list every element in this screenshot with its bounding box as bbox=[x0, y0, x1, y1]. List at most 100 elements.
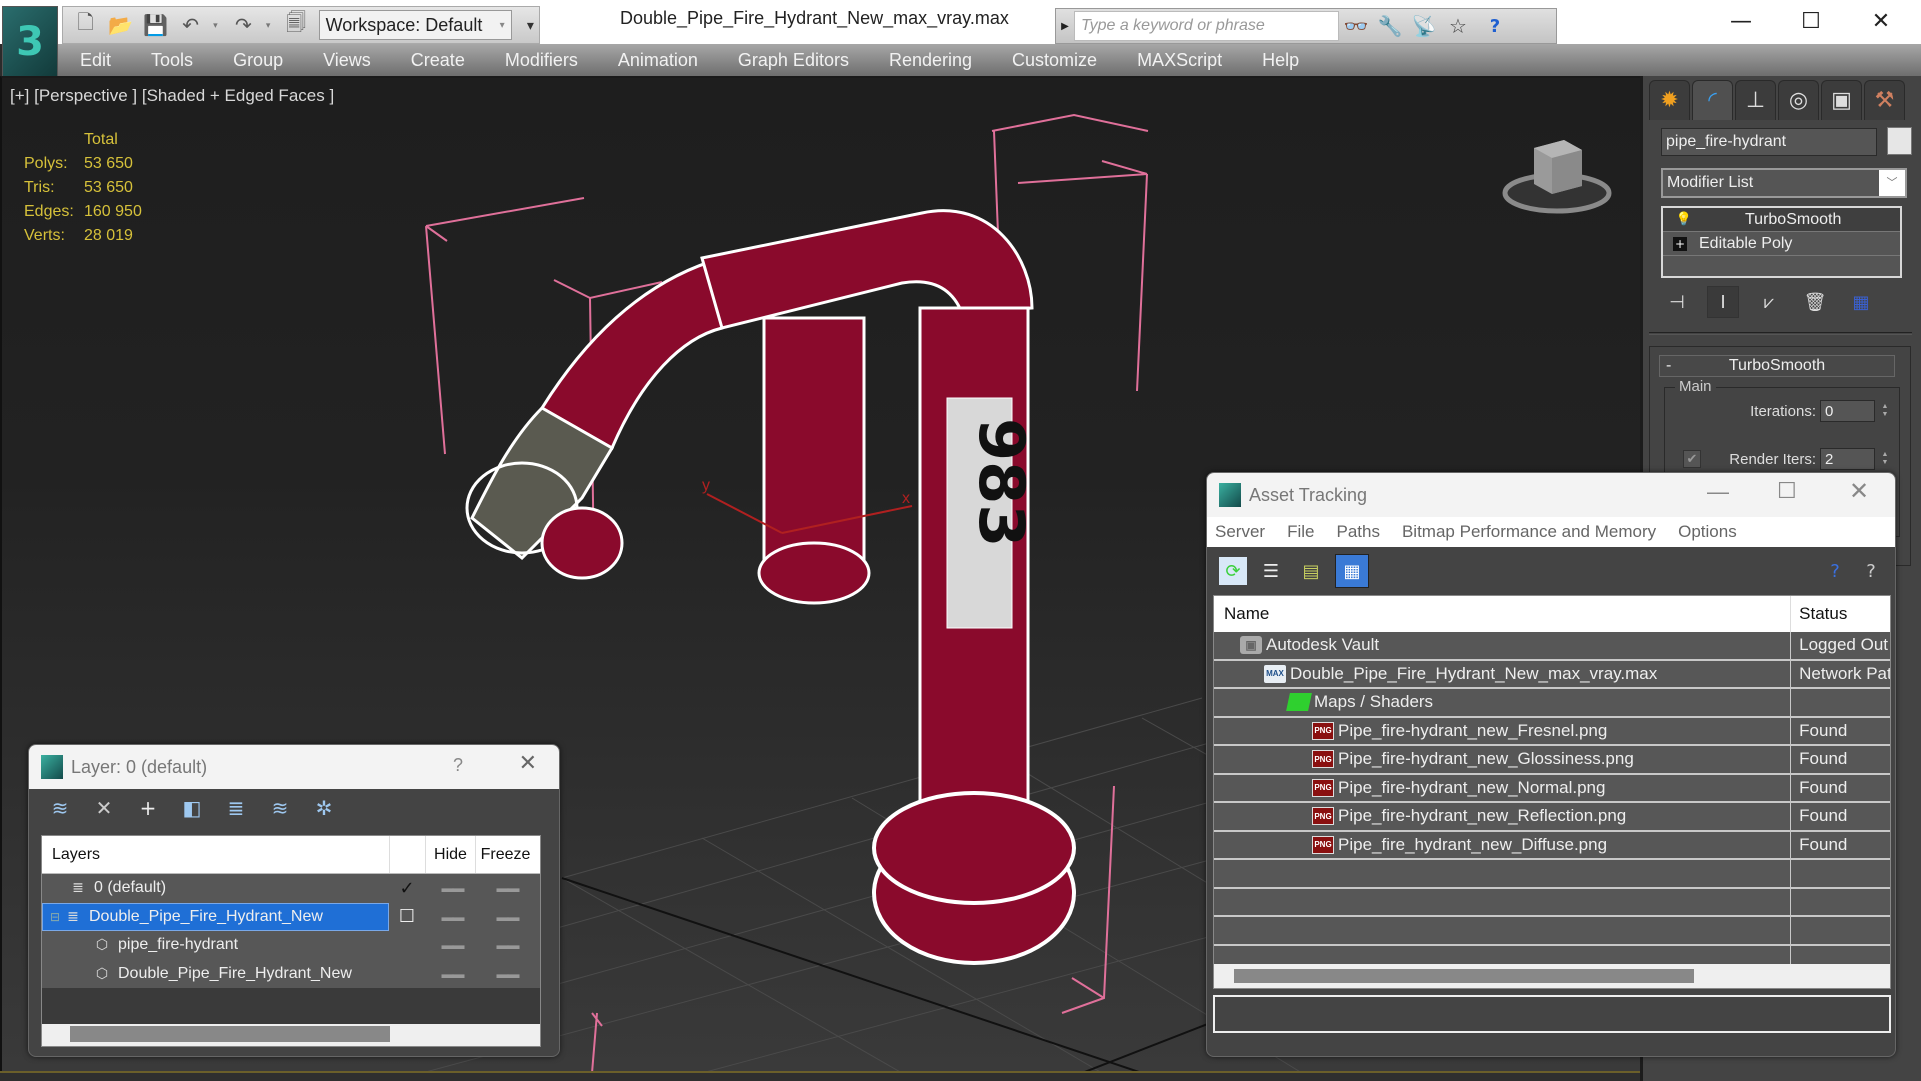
object-color-swatch[interactable] bbox=[1887, 127, 1912, 155]
workspace-select[interactable]: Workspace: Default ▾ bbox=[318, 10, 512, 40]
select-layer-icon[interactable]: ≣ bbox=[223, 795, 249, 821]
column-status[interactable]: Status bbox=[1790, 596, 1890, 632]
modifier-list-dropdown[interactable]: Modifier List ﹀ bbox=[1661, 168, 1907, 198]
make-unique-icon[interactable]: ⩗ bbox=[1753, 286, 1785, 318]
menu-modifiers[interactable]: Modifiers bbox=[483, 50, 596, 71]
asset-row[interactable]: PNG Pipe_fire_hydrant_new_Diffuse.png Foun… bbox=[1214, 831, 1890, 860]
table-view-icon[interactable]: ▦ bbox=[1335, 554, 1369, 588]
help-button[interactable]: ? bbox=[453, 755, 463, 776]
dialog-title-bar[interactable]: Asset Tracking — ☐ ✕ bbox=[1207, 473, 1895, 517]
freeze-toggle[interactable]: ▬▬ bbox=[480, 967, 535, 981]
layer-settings-icon[interactable]: ✲ bbox=[311, 795, 337, 821]
asset-row[interactable]: ▰ Maps / Shaders bbox=[1214, 689, 1890, 718]
refresh-icon[interactable]: ⟳ bbox=[1219, 557, 1247, 585]
minimize-button[interactable]: — bbox=[1707, 479, 1729, 505]
create-layer-icon[interactable]: ≋ bbox=[47, 795, 73, 821]
viewcube-icon[interactable] bbox=[1502, 128, 1612, 218]
create-tab-icon[interactable]: ✹ bbox=[1649, 80, 1690, 120]
menu-edit[interactable]: Edit bbox=[58, 50, 129, 71]
menu-rendering[interactable]: Rendering bbox=[867, 50, 990, 71]
tree-view-icon[interactable]: ▤ bbox=[1297, 557, 1325, 585]
stack-item-turbosmooth[interactable]: 💡 TurboSmooth bbox=[1663, 208, 1900, 232]
hide-toggle[interactable]: ▬▬ bbox=[425, 967, 480, 981]
layer-row[interactable]: ⊟ ≣ Double_Pipe_Fire_Hydrant_New ☐ ▬▬ ▬▬ bbox=[42, 902, 540, 931]
maximize-button[interactable]: ☐ bbox=[1777, 479, 1797, 504]
undo-icon[interactable]: ↶ bbox=[178, 12, 203, 38]
satellite-dish-icon[interactable]: 📡 bbox=[1407, 14, 1441, 38]
redo-dropdown-icon[interactable]: ▾ bbox=[266, 20, 274, 31]
viewport-view-perspective[interactable]: [Perspective ] bbox=[34, 86, 137, 105]
asset-row[interactable]: PNG Pipe_fire-hydrant_new_Normal.png Found bbox=[1214, 774, 1890, 803]
horizontal-scrollbar[interactable] bbox=[42, 1024, 540, 1046]
redo-icon[interactable]: ↷ bbox=[231, 12, 256, 38]
current-layer-check-icon[interactable]: ✓ bbox=[389, 878, 425, 899]
star-icon[interactable]: ☆ bbox=[1441, 14, 1475, 38]
menu-tools[interactable]: Tools bbox=[129, 50, 211, 71]
add-to-layer-icon[interactable]: + bbox=[135, 795, 161, 821]
hide-toggle[interactable]: ▬▬ bbox=[425, 910, 480, 924]
online-help-icon[interactable]: ? bbox=[1821, 557, 1849, 585]
menu-server[interactable]: Server bbox=[1207, 522, 1276, 542]
search-input[interactable] bbox=[1074, 11, 1339, 41]
menu-paths[interactable]: Paths bbox=[1325, 522, 1390, 542]
render-iters-checkbox[interactable]: ✔ bbox=[1683, 450, 1701, 468]
menu-graph-editors[interactable]: Graph Editors bbox=[716, 50, 867, 71]
current-layer-checkbox-icon[interactable]: ☐ bbox=[389, 906, 425, 927]
help-icon[interactable]: ? bbox=[1475, 16, 1515, 37]
menu-options[interactable]: Options bbox=[1667, 522, 1748, 542]
open-folder-icon[interactable]: 📂 bbox=[108, 12, 133, 38]
hide-toggle[interactable]: ▬▬ bbox=[425, 881, 480, 895]
menu-maxscript[interactable]: MAXScript bbox=[1115, 50, 1240, 71]
asset-row[interactable]: PNG Pipe_fire-hydrant_new_Fresnel.png Foun… bbox=[1214, 717, 1890, 746]
dialog-title-bar[interactable]: Layer: 0 (default) ? ✕ bbox=[29, 745, 559, 789]
utilities-tab-icon[interactable]: ⚒ bbox=[1864, 80, 1905, 120]
scrollbar-thumb[interactable] bbox=[70, 1026, 390, 1042]
undo-dropdown-icon[interactable]: ▾ bbox=[213, 20, 221, 31]
customize-toolbar-button[interactable]: ▾ bbox=[522, 17, 539, 34]
expand-plus-icon[interactable]: + bbox=[1673, 236, 1687, 251]
motion-tab-icon[interactable]: ◎ bbox=[1778, 80, 1819, 120]
minimize-button[interactable]: — bbox=[1716, 6, 1766, 36]
pin-stack-icon[interactable]: ⊣ bbox=[1661, 286, 1693, 318]
hide-toggle[interactable]: ▬▬ bbox=[425, 938, 480, 952]
scrollbar-thumb[interactable] bbox=[1234, 969, 1694, 983]
iterations-field[interactable] bbox=[1820, 400, 1875, 422]
viewport-label[interactable]: [+] [Perspective ] [Shaded + Edged Faces… bbox=[10, 86, 334, 106]
modify-tab-icon[interactable]: ◜ bbox=[1692, 80, 1733, 120]
new-file-icon[interactable]: 🗋 bbox=[73, 10, 98, 38]
menu-create[interactable]: Create bbox=[389, 50, 483, 71]
list-view-icon[interactable]: ☰ bbox=[1257, 557, 1285, 585]
menu-views[interactable]: Views bbox=[301, 50, 389, 71]
menu-help[interactable]: Help bbox=[1240, 50, 1317, 71]
column-hide[interactable]: Hide bbox=[425, 836, 475, 873]
binoculars-icon[interactable]: 👓 bbox=[1339, 14, 1373, 38]
object-name-field[interactable] bbox=[1661, 128, 1877, 156]
save-icon[interactable]: 💾 bbox=[143, 12, 168, 38]
asset-row[interactable]: MAX Double_Pipe_Fire_Hydrant_New_max_vray… bbox=[1214, 660, 1890, 689]
column-current[interactable] bbox=[389, 836, 425, 873]
display-tab-icon[interactable]: ▣ bbox=[1821, 80, 1862, 120]
menu-group[interactable]: Group bbox=[211, 50, 301, 71]
close-button[interactable]: ✕ bbox=[519, 751, 537, 776]
maximize-button[interactable]: ☐ bbox=[1786, 6, 1836, 36]
freeze-toggle[interactable]: ▬▬ bbox=[480, 881, 535, 895]
stack-item-editable-poly[interactable]: + Editable Poly bbox=[1663, 232, 1900, 256]
project-folder-icon[interactable]: 🗐 bbox=[284, 10, 309, 38]
close-button[interactable]: ✕ bbox=[1849, 477, 1869, 505]
close-button[interactable]: ✕ bbox=[1856, 6, 1906, 36]
horizontal-scrollbar[interactable] bbox=[1214, 964, 1890, 988]
asset-path-field[interactable] bbox=[1213, 995, 1891, 1033]
viewport-menu-plus[interactable]: [+] bbox=[10, 86, 29, 105]
menu-file[interactable]: File bbox=[1276, 522, 1325, 542]
render-iters-spinner[interactable]: ▲ ▼ bbox=[1879, 448, 1891, 470]
freeze-toggle[interactable]: ▬▬ bbox=[480, 938, 535, 952]
viewport-shading-mode[interactable]: [Shaded + Edged Faces ] bbox=[142, 86, 334, 105]
asset-row[interactable]: PNG Pipe_fire-hydrant_new_Reflection.png F… bbox=[1214, 803, 1890, 832]
asset-row[interactable]: ▣ Autodesk Vault Logged Out bbox=[1214, 632, 1890, 661]
menu-bitmap-performance[interactable]: Bitmap Performance and Memory bbox=[1391, 522, 1667, 542]
column-freeze[interactable]: Freeze bbox=[475, 836, 535, 873]
asset-row[interactable]: PNG Pipe_fire-hydrant_new_Glossiness.png F… bbox=[1214, 746, 1890, 775]
app-menu-button[interactable]: 3 bbox=[2, 6, 58, 78]
select-objects-icon[interactable]: ◧ bbox=[179, 795, 205, 821]
key-icon[interactable]: 🔧 bbox=[1373, 14, 1407, 38]
